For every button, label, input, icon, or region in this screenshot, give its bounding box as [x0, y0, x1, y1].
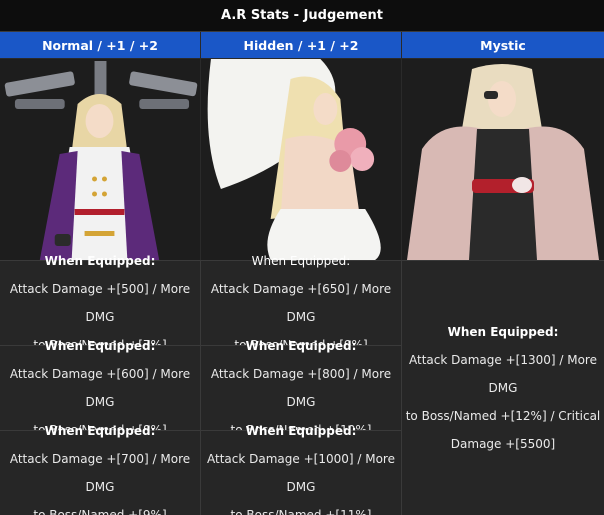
stat-line: to Boss/Named +[11%]	[230, 508, 372, 515]
stats-table: A.R Stats - Judgement Normal / +1 / +2 H…	[0, 0, 604, 515]
character-image-mystic	[402, 59, 604, 260]
stat-line: Attack Damage +[600] / More DMG	[9, 367, 191, 409]
table-title: A.R Stats - Judgement	[0, 0, 604, 32]
stat-line: Damage +[5500]	[450, 437, 556, 451]
column-header-hidden: Hidden / +1 / +2	[201, 32, 402, 59]
stat-line: Attack Damage +[800] / More DMG	[210, 367, 392, 409]
stat-line: Attack Damage +[700] / More DMG	[9, 452, 191, 494]
stat-line: Attack Damage +[1000] / More DMG	[207, 452, 395, 494]
stat-line: to Boss/Named +[9%]	[33, 508, 167, 515]
character-image-normal	[0, 59, 201, 260]
stat-line: Attack Damage +[650] / More DMG	[210, 282, 392, 324]
equip-label: When Equipped:	[44, 254, 156, 268]
character-image-hidden	[201, 59, 402, 260]
equip-label: When Equipped:	[245, 339, 357, 353]
equip-label: When Equipped:	[251, 254, 351, 268]
column-header-normal: Normal / +1 / +2	[0, 32, 201, 59]
mystic-stats: When Equipped: Attack Damage +[1300] / M…	[402, 260, 604, 515]
stat-line: to Boss/Named +[12%] / Critical	[405, 409, 601, 423]
equip-label: When Equipped:	[447, 325, 559, 339]
equip-label: When Equipped:	[44, 339, 156, 353]
stat-line: Attack Damage +[1300] / More DMG	[409, 353, 597, 395]
column-header-mystic: Mystic	[402, 32, 604, 59]
hidden-stats-plus2: When Equipped: Attack Damage +[1000] / M…	[201, 424, 402, 515]
equip-label: When Equipped:	[245, 424, 357, 438]
equip-label: When Equipped:	[44, 424, 156, 438]
normal-stats-plus2: When Equipped: Attack Damage +[700] / Mo…	[0, 424, 201, 515]
stat-line: Attack Damage +[500] / More DMG	[9, 282, 191, 324]
